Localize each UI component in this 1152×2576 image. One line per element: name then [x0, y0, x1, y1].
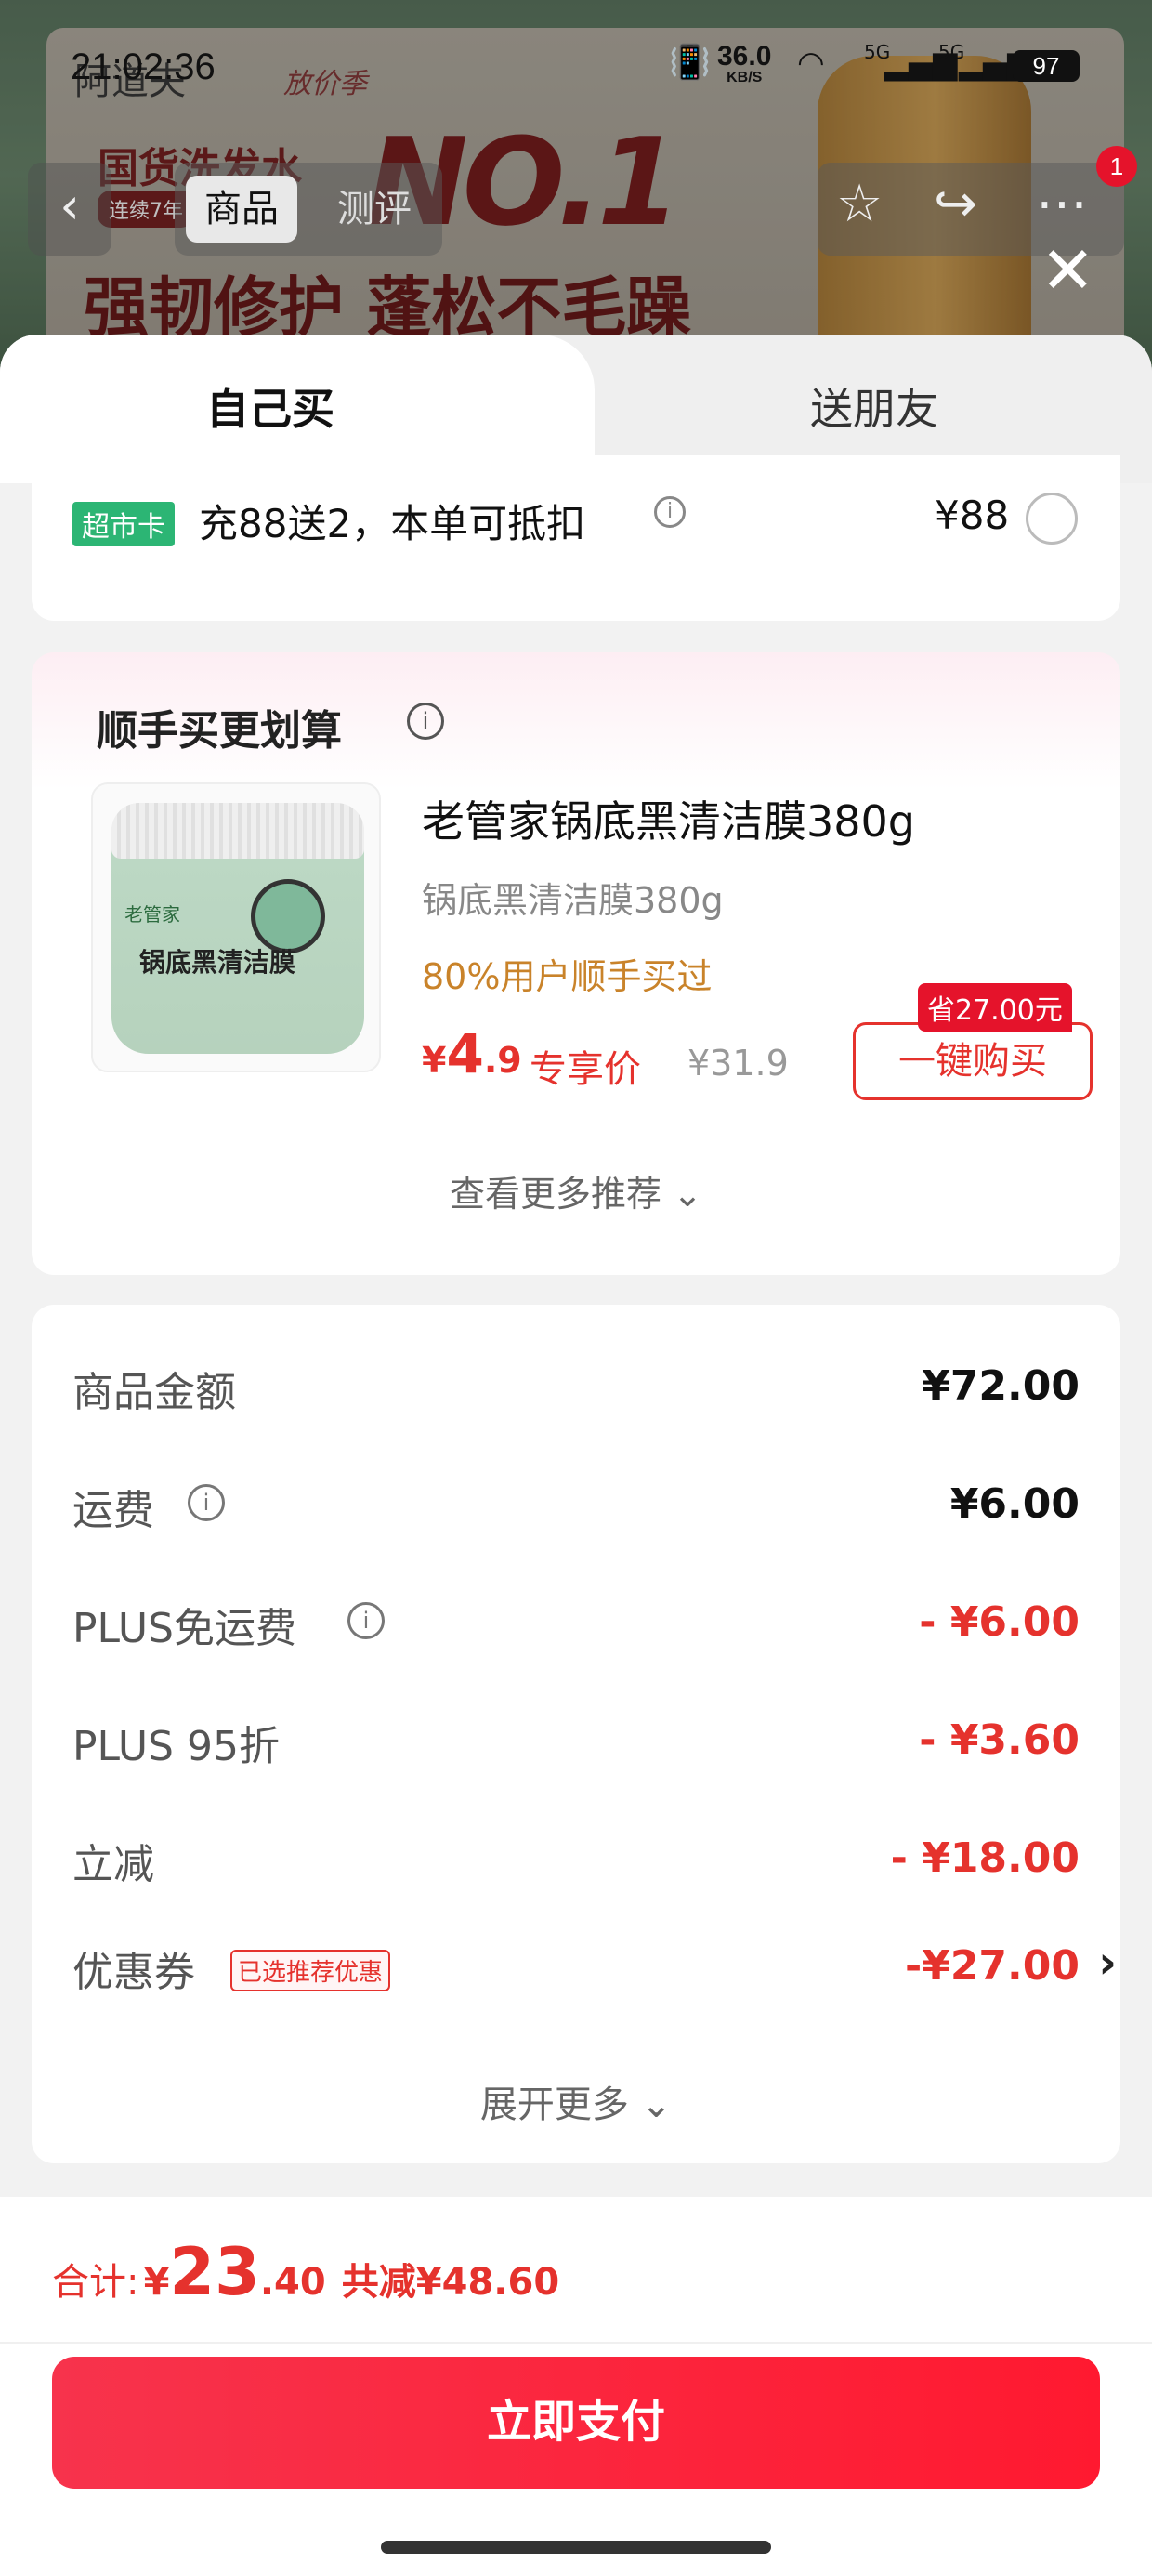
- star-icon[interactable]: ☆: [836, 174, 883, 234]
- original-price: ¥31.9: [687, 1043, 789, 1084]
- share-icon[interactable]: ↪: [934, 174, 977, 234]
- home-indicator[interactable]: [381, 2541, 771, 2554]
- divider: [0, 2342, 1152, 2344]
- total-currency: ¥: [143, 2261, 170, 2304]
- checkout-footer: 合计: ¥23.40 共减¥48.60 立即支付: [0, 2197, 1152, 2576]
- price-integer: 4: [446, 1022, 484, 1085]
- info-icon[interactable]: i: [407, 703, 444, 740]
- total-label: 合计:: [52, 2261, 139, 2304]
- summary-row-shipping: 运费 i ¥6.00: [72, 1467, 1080, 1542]
- pay-now-button[interactable]: 立即支付: [52, 2357, 1100, 2489]
- chevron-right-icon[interactable]: ›: [1098, 1937, 1117, 1989]
- price-decimal: .9: [483, 1040, 522, 1081]
- jar-image: 老管家 锅底黑清洁膜: [111, 803, 364, 1054]
- net-speed-value: 36.0: [717, 41, 772, 72]
- summary-label: PLUS免运费: [72, 1605, 296, 1652]
- summary-value: ¥72.00: [922, 1362, 1080, 1410]
- notification-badge: 1: [1096, 146, 1137, 187]
- coupon-tag: 已选推荐优惠: [230, 1950, 391, 1991]
- summary-value: - ¥6.00: [919, 1598, 1080, 1646]
- supermarket-card-label: 超市卡: [72, 502, 175, 546]
- info-icon[interactable]: i: [188, 1484, 225, 1521]
- summary-value: ¥6.00: [949, 1480, 1080, 1528]
- summary-label: 商品金额: [72, 1369, 236, 1416]
- supermarket-card-amount: ¥88: [935, 493, 1010, 538]
- status-time: 21:02:36: [71, 46, 216, 87]
- wifi-icon: ◠: [797, 45, 825, 82]
- back-button[interactable]: ‹: [28, 163, 111, 256]
- summary-label: 运费: [72, 1487, 154, 1534]
- total-integer: 23: [169, 2234, 260, 2310]
- one-click-buy-button[interactable]: 一键购买: [853, 1022, 1093, 1100]
- summary-row-plus-discount: PLUS 95折 - ¥3.60: [72, 1703, 1080, 1778]
- summary-row-goods: 商品金额 ¥72.00: [72, 1349, 1080, 1424]
- bundle-title: 顺手买更划算: [97, 707, 342, 755]
- product-title[interactable]: 老管家锅底黑清洁膜380g: [422, 788, 915, 849]
- tab-gift-friend[interactable]: 送朋友: [810, 375, 938, 437]
- info-icon[interactable]: i: [654, 496, 686, 528]
- jar-lid: [111, 803, 364, 859]
- summary-label: PLUS 95折: [72, 1723, 280, 1770]
- expand-more-link[interactable]: 展开更多 ⌄: [32, 2074, 1120, 2128]
- bundle-card: 顺手买更划算 i 老管家 锅底黑清洁膜 老管家锅底黑清洁膜380g 锅底黑清洁膜…: [32, 652, 1120, 1275]
- bought-note: 80%用户顺手买过: [422, 956, 713, 997]
- product-thumbnail[interactable]: 老管家 锅底黑清洁膜: [91, 782, 381, 1072]
- summary-value: -¥27.00: [904, 1942, 1080, 1990]
- summary-value: - ¥3.60: [919, 1716, 1080, 1764]
- supermarket-card-desc: 充88送2，本单可抵扣: [199, 501, 586, 546]
- summary-label: 优惠券: [72, 1949, 195, 1996]
- order-total: 合计: ¥23.40 共减¥48.60: [52, 2234, 559, 2310]
- net-speed: 36.0 KB/S: [717, 43, 771, 85]
- more-recommendations-link[interactable]: 查看更多推荐 ⌄: [32, 1165, 1120, 1216]
- battery-icon: 97: [1013, 50, 1080, 82]
- summary-label: 立减: [72, 1841, 154, 1888]
- tab-buy-self-label: 自己买: [206, 384, 334, 434]
- jar-label: 锅底黑清洁膜: [139, 947, 296, 978]
- vibrate-icon: 📳: [669, 44, 711, 82]
- price-currency: ¥: [422, 1040, 447, 1081]
- tab-product[interactable]: 商品: [186, 176, 297, 243]
- jar-brand: 老管家: [124, 903, 180, 926]
- product-navbar: ‹ 商品 测评 ☆ ↪ ⋯ 1: [28, 146, 1137, 256]
- save-tag: 省27.00元: [918, 983, 1072, 1032]
- summary-row-plus-free-shipping: PLUS免运费 i - ¥6.00: [72, 1585, 1080, 1660]
- supermarket-card-row: 超市卡 充88送2，本单可抵扣 i ¥88: [32, 455, 1120, 621]
- supermarket-card-radio[interactable]: [1026, 493, 1078, 545]
- total-saved: 共减¥48.60: [341, 2261, 560, 2304]
- tab-review[interactable]: 测评: [319, 176, 430, 243]
- exclusive-price-label: 专享价: [530, 1048, 641, 1091]
- price-summary-card: 商品金额 ¥72.00 运费 i ¥6.00 PLUS免运费 i - ¥6.00…: [32, 1305, 1120, 2163]
- info-icon[interactable]: i: [347, 1602, 385, 1639]
- total-decimal: .40: [259, 2261, 326, 2304]
- product-price: ¥4.9: [422, 1022, 522, 1085]
- nav-tabs: 商品 测评: [175, 163, 442, 256]
- summary-row-instant-discount: 立减 - ¥18.00: [72, 1821, 1080, 1896]
- summary-value: - ¥18.00: [890, 1834, 1080, 1882]
- summary-row-coupon[interactable]: 优惠券 已选推荐优惠 -¥27.00 ›: [72, 1929, 1117, 2004]
- close-icon[interactable]: ✕: [1041, 232, 1095, 309]
- status-bar: 21:02:36 📳 36.0 KB/S ◠ 5G ▂▄▆ 5G ▂▄▆ 97: [0, 37, 1152, 93]
- net-speed-unit: KB/S: [727, 70, 763, 85]
- more-icon[interactable]: ⋯: [1036, 174, 1088, 234]
- product-subtitle: 锅底黑清洁膜380g: [422, 880, 724, 921]
